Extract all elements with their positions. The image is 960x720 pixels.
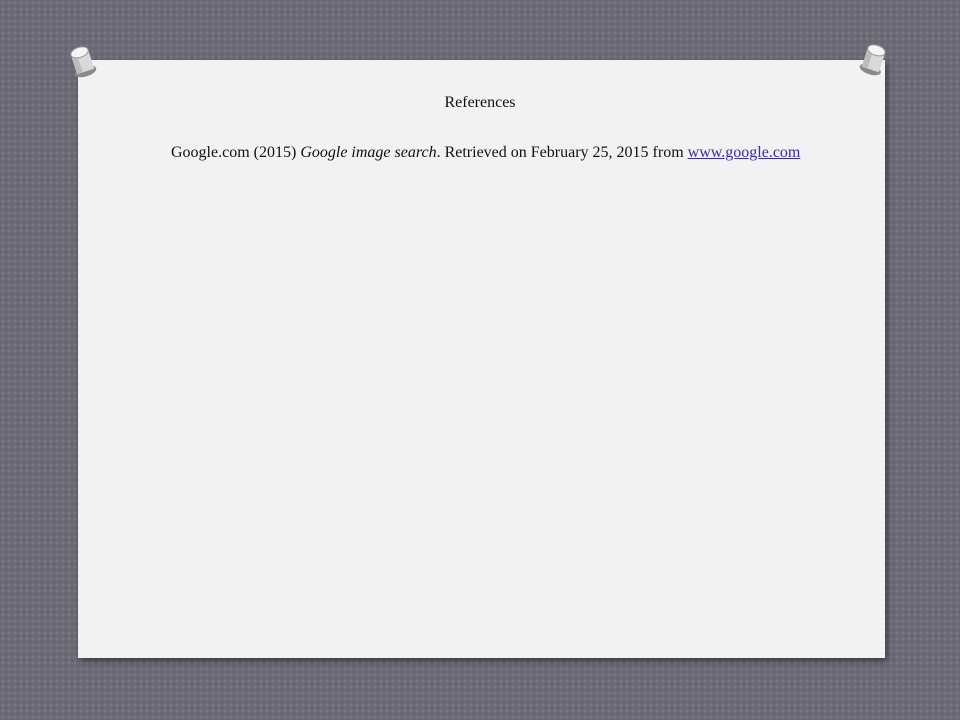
slide-title: References [444,94,516,111]
reference-source-title: Google image search [300,144,437,161]
reference-entry: Google.com (2015) Google image search. R… [171,141,811,164]
reference-prefix: Google.com (2015) [171,144,301,161]
reference-suffix: . Retrieved on February 25, 2015 from [436,144,688,161]
reference-link[interactable]: www.google.com [688,144,801,161]
